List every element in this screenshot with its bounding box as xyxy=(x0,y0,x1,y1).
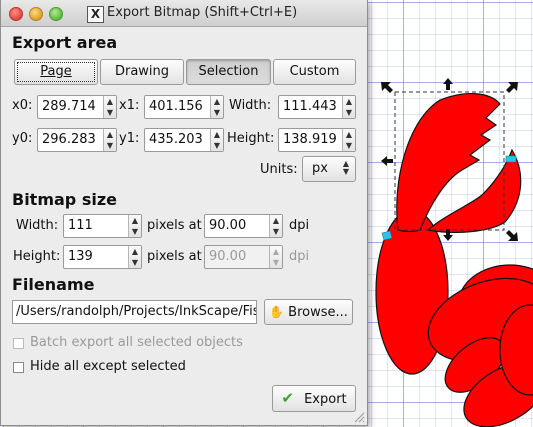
drawing-button[interactable]: Drawing xyxy=(100,59,184,85)
pixels-at-label-1: pixels at xyxy=(147,218,202,233)
page-button-label: Page xyxy=(40,64,72,79)
export-button-label: Export xyxy=(304,392,347,407)
bitmap-height-spinbox[interactable]: 139 ▲ ▼ xyxy=(63,245,142,269)
dpi-x-spinbox[interactable]: 90.00 ▲ ▼ xyxy=(204,214,283,238)
x0-down-icon[interactable]: ▼ xyxy=(104,107,116,118)
page-button[interactable]: Page xyxy=(14,59,98,85)
minimize-window-button[interactable] xyxy=(29,7,43,21)
dpi-label-2: dpi xyxy=(289,249,310,264)
dpi-label-1: dpi xyxy=(289,218,310,233)
export-area-heading: Export area xyxy=(12,33,118,52)
area-height-down-icon[interactable]: ▼ xyxy=(343,140,355,151)
y1-up-icon[interactable]: ▲ xyxy=(211,129,223,140)
x1-label: x1: xyxy=(119,98,140,113)
dpi-y-down-icon: ▼ xyxy=(272,258,280,267)
browse-button-label: Browse... xyxy=(288,305,348,320)
x1-spinbox[interactable]: 401.156 ▲ ▼ xyxy=(144,95,224,119)
bitmap-width-up-icon[interactable]: ▲ xyxy=(129,215,141,226)
window-title: Export Bitmap (Shift+Ctrl+E) xyxy=(107,5,298,20)
x0-value: 289.714 xyxy=(42,99,96,114)
y1-value: 435.203 xyxy=(149,132,203,147)
x0-spinbox[interactable]: 289.714 ▲ ▼ xyxy=(37,95,117,119)
filename-value: /Users/randolph/Projects/InkScape/Fis xyxy=(16,304,257,319)
checkmark-icon: ✔ xyxy=(281,389,294,407)
folder-hand-icon: ✋ xyxy=(269,305,285,319)
y0-value: 296.283 xyxy=(42,132,96,147)
browse-button[interactable]: ✋ Browse... xyxy=(264,299,353,325)
dpi-x-down-icon[interactable]: ▼ xyxy=(270,226,282,237)
batch-export-checkbox xyxy=(13,338,24,349)
area-height-value: 138.919 xyxy=(283,132,337,147)
x1-value: 401.156 xyxy=(149,99,203,114)
zoom-window-button[interactable] xyxy=(49,7,63,21)
filename-input[interactable]: /Users/randolph/Projects/InkScape/Fis xyxy=(12,300,257,324)
y1-spinbox[interactable]: 435.203 ▲ ▼ xyxy=(144,128,224,152)
area-width-spinbox[interactable]: 111.443 ▲ ▼ xyxy=(278,95,356,119)
select-arrows-icon: ▲ ▼ xyxy=(342,159,349,176)
dpi-x-up-icon[interactable]: ▲ xyxy=(270,215,282,226)
x1-up-icon[interactable]: ▲ xyxy=(211,96,223,107)
area-width-value: 111.443 xyxy=(283,99,337,114)
bitmap-width-value: 111 xyxy=(68,218,93,233)
bitmap-width-label: Width: xyxy=(16,218,59,233)
y1-label: y1: xyxy=(119,131,140,146)
selection-button[interactable]: Selection xyxy=(186,59,271,85)
bitmap-height-value: 139 xyxy=(68,249,93,264)
custom-button-label: Custom xyxy=(289,64,340,79)
bitmap-height-label: Height: xyxy=(13,249,61,264)
area-width-down-icon[interactable]: ▼ xyxy=(343,107,355,118)
y1-down-icon[interactable]: ▼ xyxy=(211,140,223,151)
export-bitmap-dialog: X Export Bitmap (Shift+Ctrl+E) Export ar… xyxy=(0,0,368,426)
y0-label: y0: xyxy=(12,131,33,146)
batch-export-label: Batch export all selected objects xyxy=(30,335,243,350)
x0-up-icon[interactable]: ▲ xyxy=(104,96,116,107)
close-window-button[interactable] xyxy=(9,7,23,21)
y0-spinbox[interactable]: 296.283 ▲ ▼ xyxy=(37,128,117,152)
y0-up-icon[interactable]: ▲ xyxy=(104,129,116,140)
drawing-button-label: Drawing xyxy=(114,64,170,79)
resize-grip-icon[interactable] xyxy=(353,411,365,423)
units-label: Units: xyxy=(260,162,298,177)
bitmap-height-up-icon[interactable]: ▲ xyxy=(129,246,141,257)
window-titlebar[interactable]: X Export Bitmap (Shift+Ctrl+E) xyxy=(1,0,367,27)
dpi-y-value: 90.00 xyxy=(209,249,247,264)
x11-app-icon: X xyxy=(87,6,104,23)
y0-down-icon[interactable]: ▼ xyxy=(104,140,116,151)
x1-down-icon[interactable]: ▼ xyxy=(211,107,223,118)
bitmap-height-down-icon[interactable]: ▼ xyxy=(129,257,141,268)
export-button[interactable]: ✔ Export xyxy=(272,385,356,412)
selection-button-label: Selection xyxy=(198,64,259,79)
units-select[interactable]: px ▲ ▼ xyxy=(302,156,356,182)
hide-except-selected-label[interactable]: Hide all except selected xyxy=(30,359,186,374)
pixels-at-label-2: pixels at xyxy=(147,249,202,264)
hide-except-selected-checkbox[interactable] xyxy=(13,362,24,373)
custom-button[interactable]: Custom xyxy=(273,59,356,85)
area-height-spinbox[interactable]: 138.919 ▲ ▼ xyxy=(278,128,356,152)
area-height-label: Height: xyxy=(227,131,275,146)
bitmap-width-spinbox[interactable]: 111 ▲ ▼ xyxy=(63,214,142,238)
x0-label: x0: xyxy=(12,98,33,113)
area-height-up-icon[interactable]: ▲ xyxy=(343,129,355,140)
area-width-up-icon[interactable]: ▲ xyxy=(343,96,355,107)
dpi-y-up-icon: ▲ xyxy=(272,247,280,256)
bitmap-width-down-icon[interactable]: ▼ xyxy=(129,226,141,237)
units-value: px xyxy=(312,161,328,176)
dpi-y-spinbox: 90.00 ▲ ▼ xyxy=(204,245,283,269)
filename-heading: Filename xyxy=(12,275,95,294)
area-width-label: Width: xyxy=(229,98,272,113)
bitmap-size-heading: Bitmap size xyxy=(12,190,117,209)
dpi-x-value: 90.00 xyxy=(209,218,247,233)
